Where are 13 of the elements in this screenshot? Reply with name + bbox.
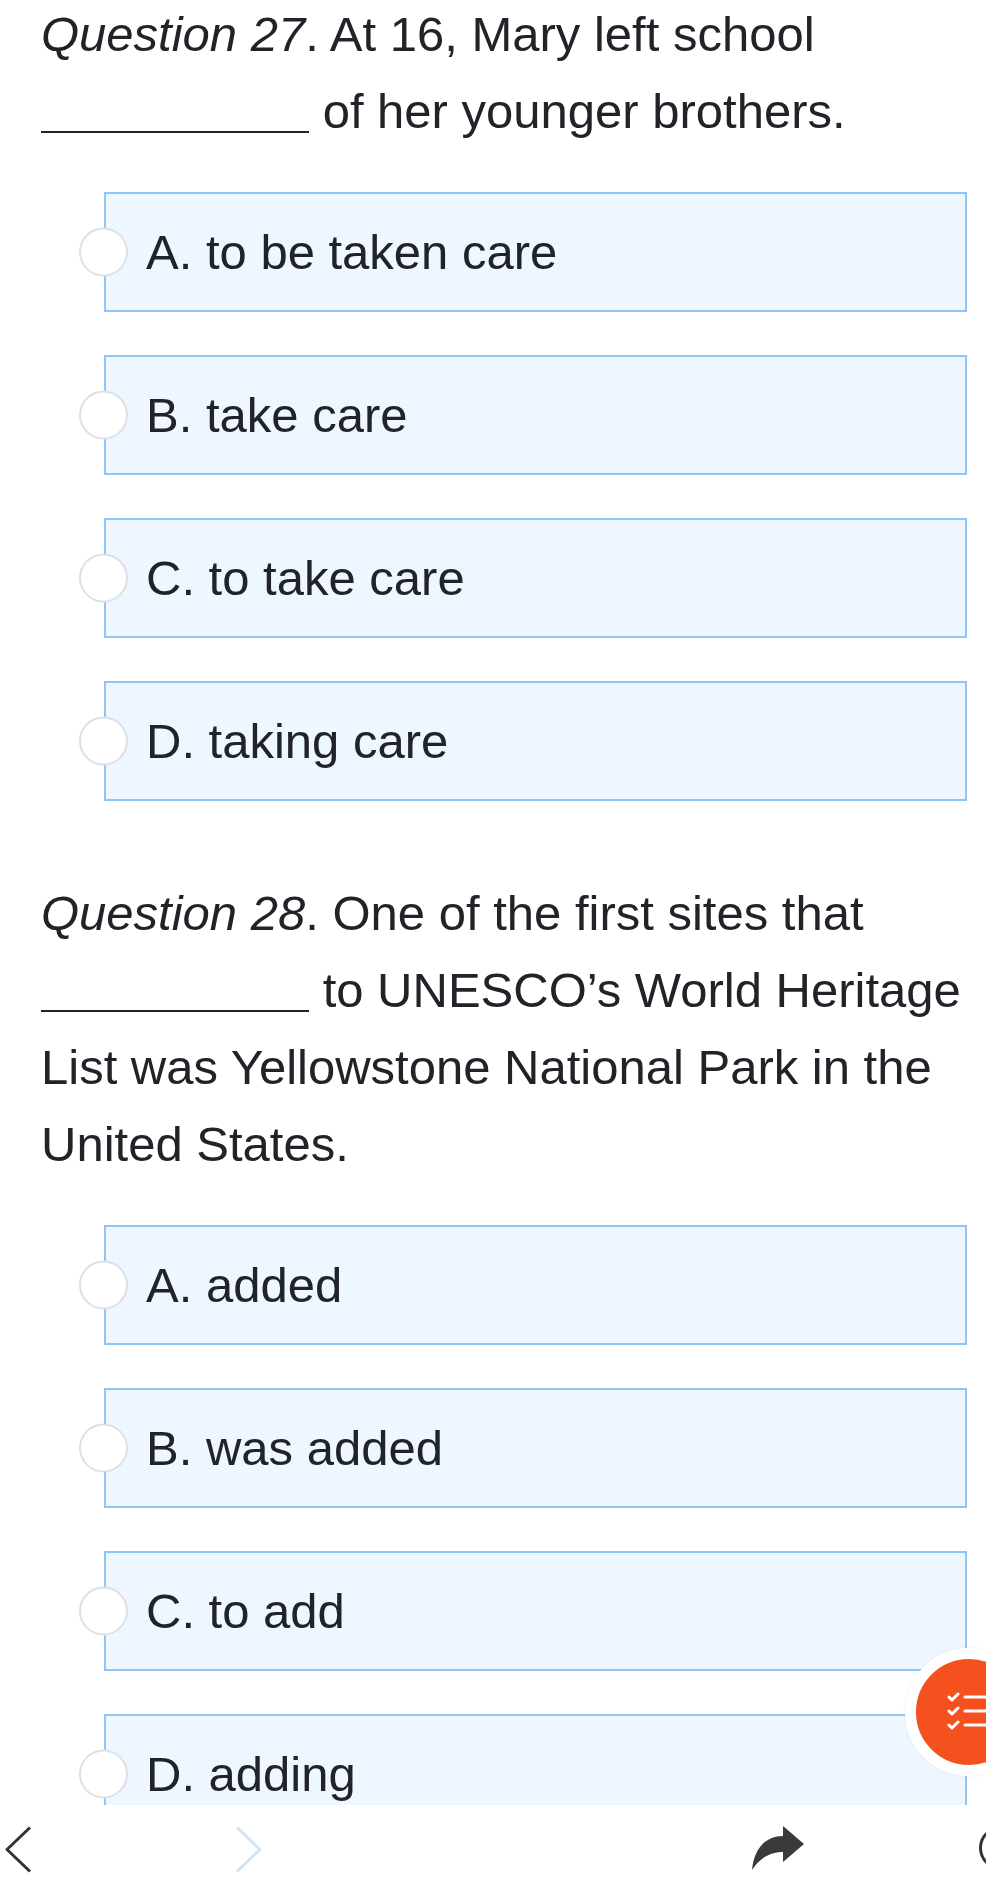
answer-option[interactable]: D. taking care [104,681,967,801]
question-text: Question 27. At 16, Mary left school of her younger brothers. [41,6,847,140]
answer-option[interactable]: B. was added [104,1388,967,1508]
share-arrow-icon[interactable] [752,1826,804,1870]
answer-option[interactable]: A. to be taken care [104,192,967,312]
answer-option[interactable]: C. to take care [104,518,967,638]
question-text: Question 28. One of the first sites that to UNESCO’s World Heritage List was Yellowstone National Park in the United States. [41,885,962,1173]
answer-option[interactable]: D. adding [104,1714,967,1805]
answer-option[interactable]: B. take care [104,355,967,475]
chevron-left-icon[interactable] [5,1826,32,1873]
answer-option[interactable]: C. to add [104,1551,967,1671]
checklist-icon [947,1692,986,1732]
answer-option[interactable]: A. added [104,1225,967,1345]
